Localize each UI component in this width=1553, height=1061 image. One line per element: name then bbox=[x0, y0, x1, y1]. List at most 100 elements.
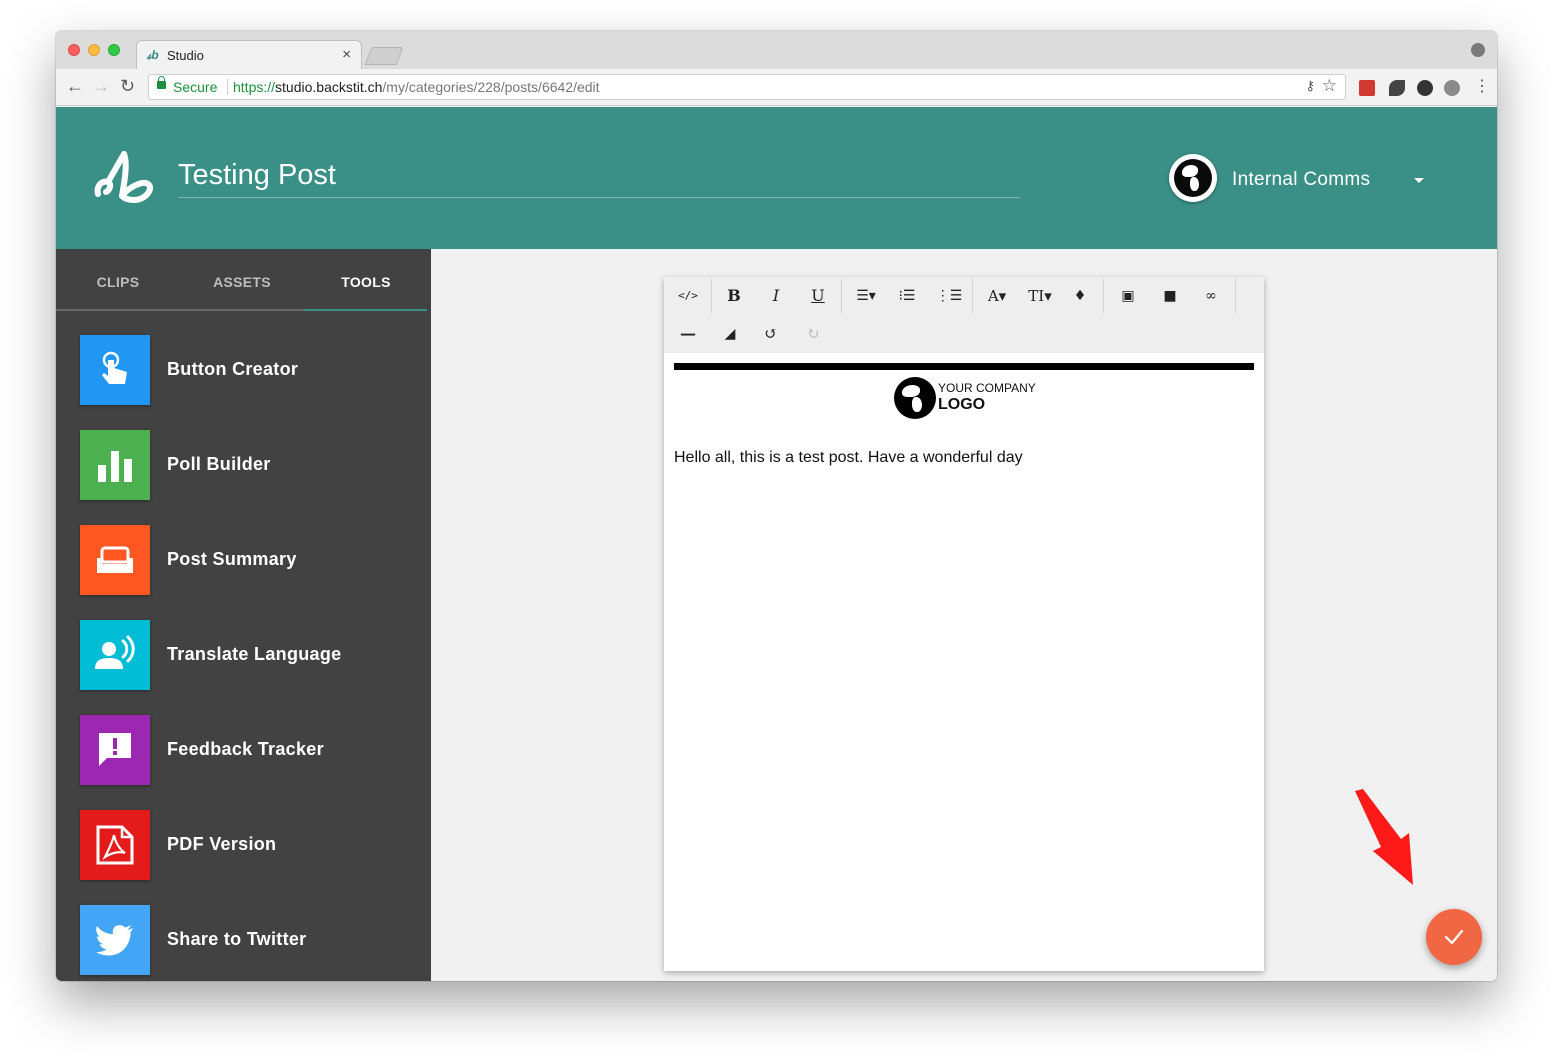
key-icon[interactable]: ⚷ bbox=[1305, 78, 1315, 94]
image-icon[interactable]: ▣ bbox=[1113, 281, 1143, 311]
ordered-list-icon[interactable]: ⁝☰ bbox=[892, 281, 922, 311]
minimize-window-button[interactable] bbox=[88, 44, 100, 56]
app-header: Testing Post Internal Comms bbox=[56, 107, 1497, 249]
browser-tab[interactable]: 𝓈b Studio × bbox=[136, 40, 362, 70]
tool-icon-tile bbox=[80, 430, 150, 500]
tool-translate-language[interactable]: Translate Language bbox=[80, 620, 420, 690]
title-underline bbox=[178, 197, 1020, 198]
omnibox-divider bbox=[227, 79, 228, 95]
rich-text-editor: </> B I U ☰▾ ⁝☰ ⋮☰ A▾ TI▾ ♦ ▣ ■ ∞ — ◢ ↺ … bbox=[664, 277, 1264, 971]
check-icon bbox=[1444, 929, 1464, 945]
tool-label: Feedback Tracker bbox=[167, 739, 324, 759]
undo-icon[interactable]: ↺ bbox=[756, 319, 786, 349]
company-logo: YOUR COMPANY LOGO bbox=[894, 377, 1044, 421]
chevron-down-icon[interactable] bbox=[1414, 178, 1424, 183]
tool-pdf-version[interactable]: PDF Version bbox=[80, 810, 420, 880]
extension-icon[interactable] bbox=[1444, 80, 1460, 96]
italic-icon[interactable]: I bbox=[761, 281, 791, 311]
globe-icon bbox=[1174, 159, 1212, 197]
redo-icon[interactable]: ↻ bbox=[798, 319, 828, 349]
extension-icon[interactable] bbox=[1417, 80, 1433, 96]
link-icon[interactable]: ∞ bbox=[1196, 281, 1226, 311]
favicon-icon: 𝓈b bbox=[147, 48, 159, 62]
main-area: </> B I U ☰▾ ⁝☰ ⋮☰ A▾ TI▾ ♦ ▣ ■ ∞ — ◢ ↺ … bbox=[431, 249, 1497, 981]
underline-icon[interactable]: U bbox=[803, 281, 833, 311]
sidebar-tabs: CLIPS ASSETS TOOLS bbox=[56, 249, 431, 311]
post-body-text[interactable]: Hello all, this is a test post. Have a w… bbox=[674, 449, 1023, 467]
eraser-icon[interactable]: ◢ bbox=[715, 319, 745, 349]
align-icon[interactable]: ☰▾ bbox=[851, 281, 881, 311]
tool-icon-tile bbox=[80, 620, 150, 690]
horizontal-rule-icon[interactable]: — bbox=[673, 319, 703, 349]
org-avatar[interactable] bbox=[1169, 154, 1217, 202]
url-input[interactable]: Secure https://studio.backstit.ch/my/cat… bbox=[148, 74, 1346, 100]
tool-label: Button Creator bbox=[167, 359, 299, 379]
reload-icon[interactable]: ↻ bbox=[120, 76, 135, 97]
tool-poll-builder[interactable]: Poll Builder bbox=[80, 430, 420, 500]
touch-icon bbox=[102, 351, 127, 384]
tab-clips[interactable]: CLIPS bbox=[56, 249, 180, 311]
tool-label: Translate Language bbox=[167, 644, 342, 664]
code-view-icon[interactable]: </> bbox=[673, 281, 703, 311]
brand-logo-icon bbox=[94, 151, 153, 204]
back-arrow-icon[interactable]: ← bbox=[66, 76, 84, 97]
new-tab-button[interactable] bbox=[364, 47, 404, 65]
sidebar: CLIPS ASSETS TOOLS Button Creator Poll B… bbox=[56, 249, 431, 981]
publish-check-button[interactable] bbox=[1426, 909, 1482, 965]
tool-feedback-tracker[interactable]: Feedback Tracker bbox=[80, 715, 420, 785]
tab-title: Studio bbox=[167, 48, 204, 63]
feedback-icon bbox=[99, 733, 131, 766]
bookmark-star-icon[interactable]: ☆ bbox=[1322, 76, 1337, 96]
tab-tools[interactable]: TOOLS bbox=[304, 249, 428, 311]
tool-icon-tile bbox=[80, 715, 150, 785]
post-title[interactable]: Testing Post bbox=[178, 159, 336, 192]
tool-post-summary[interactable]: Post Summary bbox=[80, 525, 420, 595]
extension-icon[interactable] bbox=[1359, 80, 1375, 96]
toolbar-separator bbox=[1103, 279, 1104, 313]
tab-close-icon[interactable]: × bbox=[342, 46, 351, 63]
tool-icon-tile bbox=[80, 810, 150, 880]
tool-share-to-twitter[interactable]: Share to Twitter bbox=[80, 905, 420, 975]
video-icon[interactable]: ■ bbox=[1155, 281, 1185, 311]
unordered-list-icon[interactable]: ⋮☰ bbox=[934, 281, 964, 311]
lock-icon bbox=[157, 76, 166, 89]
speaker-person-icon bbox=[95, 635, 135, 669]
logo-line-1: YOUR COMPANY bbox=[938, 381, 1036, 395]
toolbar-separator bbox=[972, 279, 973, 313]
active-tab-indicator bbox=[304, 309, 427, 311]
browser-window: 𝓈b Studio × ← → ↻ Secure https://studio.… bbox=[56, 31, 1497, 981]
font-size-icon[interactable]: TI▾ bbox=[1025, 281, 1055, 311]
toolbar-separator bbox=[841, 279, 842, 313]
extension-icon[interactable] bbox=[1389, 80, 1405, 96]
toolbar-separator bbox=[1235, 279, 1236, 313]
browser-menu-icon[interactable]: ⋮ bbox=[1474, 76, 1490, 96]
forward-arrow-icon[interactable]: → bbox=[92, 76, 110, 97]
url-text: https://studio.backstit.ch/my/categories… bbox=[233, 79, 600, 95]
tab-strip: 𝓈b Studio × bbox=[56, 31, 1497, 70]
maximize-window-button[interactable] bbox=[108, 44, 120, 56]
color-drop-icon[interactable]: ♦ bbox=[1065, 281, 1095, 311]
globe-icon bbox=[894, 377, 936, 419]
annotation-arrow bbox=[1351, 789, 1421, 894]
close-window-button[interactable] bbox=[68, 44, 80, 56]
sofa-icon bbox=[97, 546, 133, 573]
bar-chart-icon bbox=[98, 451, 132, 482]
bold-icon[interactable]: B bbox=[719, 281, 749, 311]
secure-label: Secure bbox=[173, 79, 218, 95]
tool-label: Share to Twitter bbox=[167, 929, 307, 949]
editor-toolbar: </> B I U ☰▾ ⁝☰ ⋮☰ A▾ TI▾ ♦ ▣ ■ ∞ — ◢ ↺ … bbox=[664, 277, 1264, 353]
address-bar: ← → ↻ Secure https://studio.backstit.ch/… bbox=[56, 69, 1497, 106]
red-arrow-icon bbox=[1355, 789, 1413, 885]
toolbar-separator bbox=[711, 279, 712, 313]
font-color-icon[interactable]: A▾ bbox=[982, 281, 1012, 311]
pdf-icon bbox=[96, 825, 134, 865]
brand-logo[interactable] bbox=[94, 150, 160, 215]
tab-assets[interactable]: ASSETS bbox=[180, 249, 304, 311]
tool-icon-tile bbox=[80, 905, 150, 975]
profile-icon[interactable] bbox=[1471, 43, 1485, 57]
tool-label: PDF Version bbox=[167, 834, 277, 854]
tool-button-creator[interactable]: Button Creator bbox=[80, 335, 420, 405]
logo-line-2: LOGO bbox=[938, 396, 986, 413]
org-name[interactable]: Internal Comms bbox=[1232, 169, 1370, 191]
header-bar bbox=[674, 363, 1254, 370]
